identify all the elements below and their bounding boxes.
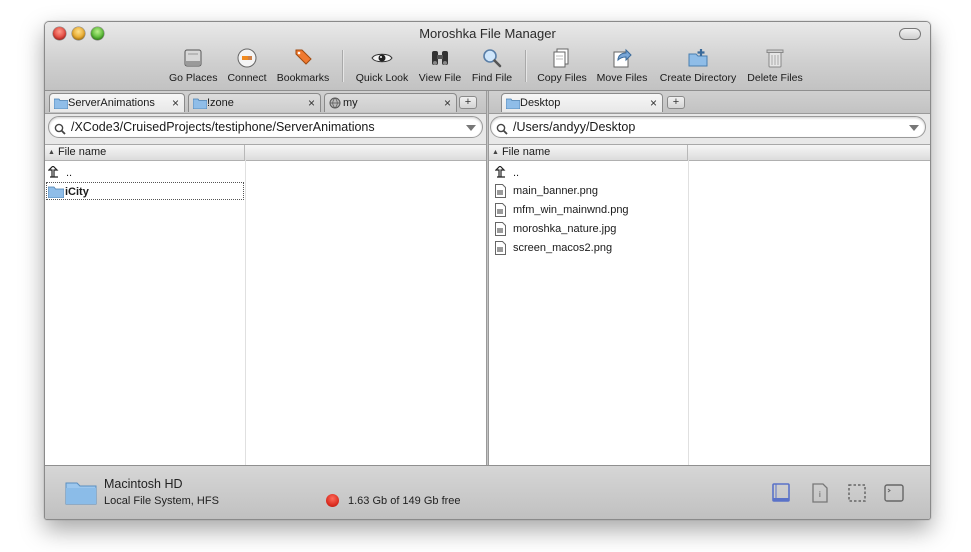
right-path-text: /Users/andyy/Desktop xyxy=(513,120,636,134)
tab-my[interactable]: my × xyxy=(324,93,457,112)
connect-button[interactable]: Connect xyxy=(225,46,269,86)
find-file-button[interactable]: Find File xyxy=(471,46,513,86)
column-empty[interactable] xyxy=(688,145,930,160)
list-item-parent[interactable]: .. xyxy=(494,164,685,182)
app-window: Moroshka File Manager Go Places Connect xyxy=(44,21,931,520)
terminal-icon[interactable] xyxy=(883,482,905,507)
drive-filesystem: Local File System, HFS xyxy=(104,495,219,507)
move-arrow-icon xyxy=(596,46,648,70)
right-column-header: ▲ File name xyxy=(489,145,930,161)
window-title: Moroshka File Manager xyxy=(419,26,556,41)
folder-icon xyxy=(192,97,208,112)
list-item[interactable]: moroshka_nature.jpg xyxy=(495,220,685,238)
hard-drive-icon xyxy=(169,46,217,70)
status-bar: Macintosh HD Local File System, HFS 1.63… xyxy=(45,465,930,519)
column-file-name[interactable]: ▲ File name xyxy=(45,145,245,160)
go-places-button[interactable]: Go Places xyxy=(169,46,217,86)
add-tab-right-button[interactable]: + xyxy=(667,96,685,109)
list-item-selected[interactable]: iCity xyxy=(46,182,244,200)
column-divider xyxy=(245,160,246,466)
tab-desktop[interactable]: Desktop × xyxy=(501,93,663,112)
toolbar-separator xyxy=(342,50,343,82)
tab-server-animations[interactable]: ServerAnimations × xyxy=(49,93,185,112)
copy-files-button[interactable]: Copy Files xyxy=(536,46,588,86)
drive-name: Macintosh HD xyxy=(104,477,183,491)
left-path-text: /XCode3/CruisedProjects/testiphone/Serve… xyxy=(71,120,375,134)
title-toolbar: Moroshka File Manager Go Places Connect xyxy=(45,22,930,91)
right-file-panel[interactable]: ▲ File name .. main_banner.png mfm_win_ma… xyxy=(489,144,930,466)
close-tab-icon[interactable]: × xyxy=(444,94,451,112)
folder-icon xyxy=(505,97,521,112)
copy-documents-icon xyxy=(536,46,588,70)
tab-label: Desktop xyxy=(520,97,561,109)
binoculars-icon xyxy=(417,46,463,70)
selection-icon[interactable] xyxy=(846,482,868,507)
view-file-button[interactable]: View File xyxy=(417,46,463,86)
free-space-text: 1.63 Gb of 149 Gb free xyxy=(348,495,461,507)
bookmarks-button[interactable]: Bookmarks xyxy=(275,46,331,86)
toolbar-toggle-button[interactable] xyxy=(899,28,921,40)
close-tab-icon[interactable]: × xyxy=(308,94,315,112)
magnifier-icon xyxy=(471,46,513,70)
free-space-indicator-icon xyxy=(326,494,339,507)
add-tab-left-button[interactable]: + xyxy=(459,96,477,109)
tab-label: ServerAnimations xyxy=(68,97,155,109)
delete-files-button[interactable]: Delete Files xyxy=(746,46,804,86)
folder-icon xyxy=(53,97,69,112)
left-file-panel[interactable]: ▲ File name .. iCity xyxy=(45,144,486,466)
info-icon[interactable]: i xyxy=(809,482,831,507)
column-divider xyxy=(688,160,689,466)
book-view-icon[interactable] xyxy=(770,482,792,507)
search-icon xyxy=(496,121,508,137)
quick-look-button[interactable]: Quick Look xyxy=(354,46,410,86)
image-file-icon xyxy=(495,241,506,261)
drive-folder-icon xyxy=(65,479,97,508)
search-icon xyxy=(54,121,66,137)
tab-label: my xyxy=(343,97,358,109)
folder-icon xyxy=(47,185,65,204)
chevron-down-icon[interactable] xyxy=(466,125,476,131)
new-folder-icon xyxy=(657,46,739,70)
list-item[interactable]: main_banner.png xyxy=(495,182,685,200)
network-globe-icon xyxy=(329,97,341,112)
column-empty[interactable] xyxy=(245,145,486,160)
list-item[interactable]: mfm_win_mainwnd.png xyxy=(495,201,685,219)
toolbar-separator xyxy=(525,50,526,82)
left-column-header: ▲ File name xyxy=(45,145,486,161)
chevron-down-icon[interactable] xyxy=(909,125,919,131)
list-item[interactable]: screen_macos2.png xyxy=(495,239,685,257)
column-file-name[interactable]: ▲ File name xyxy=(489,145,688,160)
left-path-field[interactable]: /XCode3/CruisedProjects/testiphone/Serve… xyxy=(48,116,483,138)
svg-text:i: i xyxy=(819,490,821,499)
eye-icon xyxy=(354,46,410,70)
sort-ascending-icon: ▲ xyxy=(48,149,55,156)
sort-ascending-icon: ▲ xyxy=(492,149,499,156)
close-tab-icon[interactable]: × xyxy=(172,94,179,112)
tab-zone[interactable]: !zone × xyxy=(188,93,321,112)
list-item-parent[interactable]: .. xyxy=(47,164,245,182)
connect-plug-icon xyxy=(225,46,269,70)
bookmark-icon xyxy=(275,46,331,70)
tab-label: !zone xyxy=(207,97,234,109)
right-path-field[interactable]: /Users/andyy/Desktop xyxy=(490,116,926,138)
close-tab-icon[interactable]: × xyxy=(650,94,657,112)
trash-icon xyxy=(746,46,804,70)
toolbar: Go Places Connect Bookmarks Quick Look V… xyxy=(45,46,930,86)
create-directory-button[interactable]: Create Directory xyxy=(657,46,739,86)
move-files-button[interactable]: Move Files xyxy=(596,46,648,86)
